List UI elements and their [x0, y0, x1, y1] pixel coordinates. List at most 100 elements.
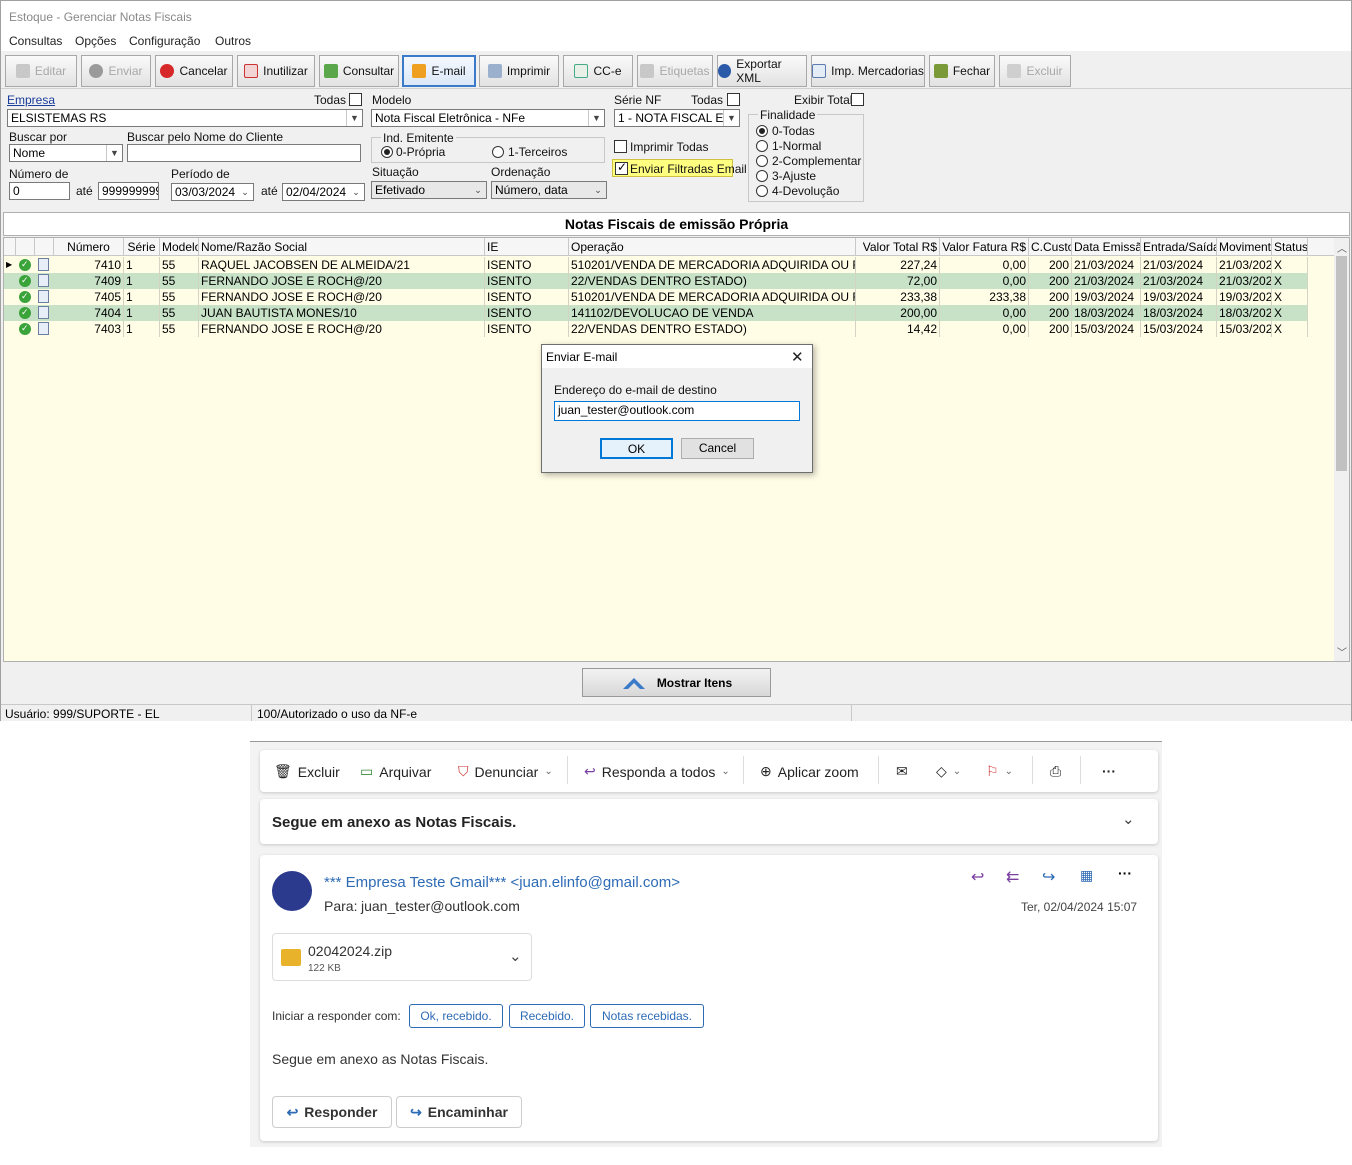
menu-outros[interactable]: Outros — [215, 34, 251, 48]
email-button[interactable]: E-mail — [402, 55, 476, 87]
document-icon[interactable] — [38, 290, 49, 303]
forward-icon[interactable]: ↪ — [1042, 867, 1055, 887]
table-cell: 19/03/2024 — [1141, 289, 1217, 305]
chevron-down-icon[interactable]: ﹀ — [1337, 644, 1347, 659]
quick-reply-button[interactable]: Ok, recebido. — [409, 1004, 503, 1028]
column-header[interactable]: Movimento — [1217, 238, 1272, 256]
finalidade-todas-radio[interactable] — [756, 125, 768, 137]
modelo-select[interactable]: Nota Fiscal Eletrônica - NFe ▼ — [371, 109, 605, 127]
mail-report-button[interactable]: ⛉ Denunciar ⌄ — [458, 763, 553, 780]
email-destination-input[interactable]: juan_tester@outlook.com — [554, 401, 800, 421]
apps-icon[interactable]: ▦ — [1080, 867, 1093, 884]
column-header[interactable]: Série — [124, 238, 160, 256]
column-header[interactable]: Nome/Razão Social — [199, 238, 485, 256]
menu-opcoes[interactable]: Opções — [75, 34, 116, 48]
menu-consultas[interactable]: Consultas — [9, 34, 62, 48]
serie-select[interactable]: 1 - NOTA FISCAL ELE ▼ — [614, 109, 740, 127]
column-header[interactable]: Data Emissão — [1072, 238, 1141, 256]
finalidade-devolucao-radio[interactable] — [756, 185, 768, 197]
consult-button[interactable]: Consultar — [319, 55, 399, 87]
propria-radio[interactable] — [381, 146, 393, 158]
mail-delete-button[interactable]: 🗑 Excluir — [274, 763, 340, 780]
more-icon[interactable]: ··· — [1118, 865, 1132, 881]
ok-button[interactable]: OK — [600, 438, 673, 459]
finalidade-complementar-radio[interactable] — [756, 155, 768, 167]
quick-reply-button[interactable]: Recebido. — [509, 1004, 585, 1028]
show-items-button[interactable]: Mostrar Itens — [582, 668, 771, 697]
labels-button[interactable]: Etiquetas — [637, 55, 713, 87]
numero-to-input[interactable]: 999999999 — [98, 182, 159, 200]
tag-button[interactable]: ◇ ⌄ — [936, 763, 961, 780]
table-row[interactable]: 7405155FERNANDO JOSE E ROCH@/20ISENTO510… — [4, 289, 1308, 305]
send-filtered-email-checkbox[interactable] — [615, 160, 628, 175]
column-header[interactable]: IE — [485, 238, 569, 256]
reply-all-button[interactable]: ↩ Responda a todos ⌄ — [584, 763, 730, 780]
column-header[interactable]: Status — [1272, 238, 1308, 256]
print-button[interactable]: Imprimir — [479, 55, 559, 87]
inutilizar-button[interactable]: Inutilizar — [237, 55, 315, 87]
table-row[interactable]: ▶ 7410155RAQUEL JACOBSEN DE ALMEIDA/21ISE… — [4, 257, 1308, 273]
document-icon[interactable] — [38, 322, 49, 335]
column-header[interactable]: Modelo — [160, 238, 199, 256]
serie-all-checkbox[interactable] — [727, 93, 740, 106]
attachment-card[interactable]: 02042024.zip 122 KB ⌄ — [272, 933, 532, 981]
empresa-select[interactable]: ELSISTEMAS RS ▼ — [7, 109, 363, 127]
close-icon[interactable]: ✕ — [791, 348, 804, 366]
column-header[interactable]: Operação — [569, 238, 856, 256]
mark-read-button[interactable]: ✉ — [896, 763, 908, 780]
document-icon[interactable] — [38, 274, 49, 287]
column-header[interactable]: Número — [54, 238, 124, 256]
column-header[interactable]: C.Custo — [1029, 238, 1072, 256]
table-row[interactable]: 7404155JUAN BAUTISTA MONES/10ISENTO14110… — [4, 305, 1308, 321]
flag-button[interactable]: ⚐ ⌄ — [986, 763, 1013, 780]
column-header[interactable]: Valor Fatura R$ — [940, 238, 1029, 256]
table-cell: 233,38 — [940, 289, 1029, 305]
situacao-select[interactable]: Efetivado ⌄ — [371, 181, 487, 199]
chevron-up-icon[interactable]: ︿ — [1337, 240, 1347, 255]
sender-name[interactable]: *** Empresa Teste Gmail*** <juan.elinfo@… — [324, 874, 680, 891]
forward-button[interactable]: ↪ Encaminhar — [396, 1096, 522, 1128]
ordenacao-select[interactable]: Número, data ⌄ — [491, 181, 607, 199]
reply-all-icon[interactable]: ⇇ — [1006, 867, 1019, 887]
delete-button[interactable]: Excluir — [999, 55, 1071, 87]
document-icon[interactable] — [38, 258, 49, 271]
terceiros-radio[interactable] — [492, 146, 504, 158]
more-options-button[interactable]: ··· — [1102, 763, 1116, 779]
import-goods-button[interactable]: Imp. Mercadorias — [811, 55, 925, 87]
exibir-total-checkbox[interactable] — [851, 93, 864, 106]
close-window-button[interactable]: Fechar — [929, 55, 995, 87]
periodo-from-date[interactable]: 03/03/2024 ⌄ — [171, 183, 254, 201]
vertical-scrollbar[interactable]: ︿ ﹀ — [1334, 238, 1349, 661]
empresa-all-checkbox[interactable] — [349, 93, 362, 106]
document-icon[interactable] — [38, 306, 49, 319]
mail-archive-button[interactable]: ▭ Arquivar — [360, 763, 431, 780]
edit-button[interactable]: Editar — [5, 55, 77, 87]
table-row[interactable]: 7403155FERNANDO JOSE E ROCH@/20ISENTO22/… — [4, 321, 1308, 337]
empresa-label[interactable]: Empresa — [7, 93, 55, 107]
dialog-cancel-button[interactable]: Cancel — [681, 438, 754, 459]
finalidade-ajuste-radio[interactable] — [756, 170, 768, 182]
zoom-button[interactable]: ⊕ Aplicar zoom — [760, 763, 859, 780]
periodo-to-date[interactable]: 02/04/2024 ⌄ — [282, 183, 365, 201]
scrollbar-thumb[interactable] — [1336, 256, 1347, 471]
numero-from-input[interactable]: 0 — [9, 182, 70, 200]
print-mail-button[interactable]: ⎙ — [1050, 763, 1061, 780]
cce-button[interactable]: CC-e — [563, 55, 633, 87]
table-row[interactable]: 7409155FERNANDO JOSE E ROCH@/20ISENTO22/… — [4, 273, 1308, 289]
finalidade-normal-radio[interactable] — [756, 140, 768, 152]
client-name-search-input[interactable] — [127, 144, 361, 162]
to-value[interactable]: juan_tester@outlook.com — [361, 898, 520, 914]
print-all-checkbox[interactable] — [614, 140, 627, 153]
reply-button[interactable]: ↩ Responder — [272, 1096, 392, 1128]
send-button[interactable]: Enviar — [81, 55, 151, 87]
column-header[interactable]: Valor Total R$ — [856, 238, 940, 256]
buscar-por-select[interactable]: Nome ▼ — [9, 144, 123, 162]
quick-reply-button[interactable]: Notas recebidas. — [590, 1004, 704, 1028]
chevron-down-icon[interactable]: ⌄ — [509, 947, 522, 965]
export-xml-button[interactable]: Exportar XML — [717, 55, 807, 87]
cancel-nf-button[interactable]: Cancelar — [155, 55, 233, 87]
column-header[interactable]: Entrada/Saída — [1141, 238, 1217, 256]
menu-configuracao[interactable]: Configuração — [129, 34, 200, 48]
chevron-down-icon[interactable]: ⌄ — [1122, 810, 1135, 828]
reply-icon[interactable]: ↩ — [971, 867, 984, 887]
